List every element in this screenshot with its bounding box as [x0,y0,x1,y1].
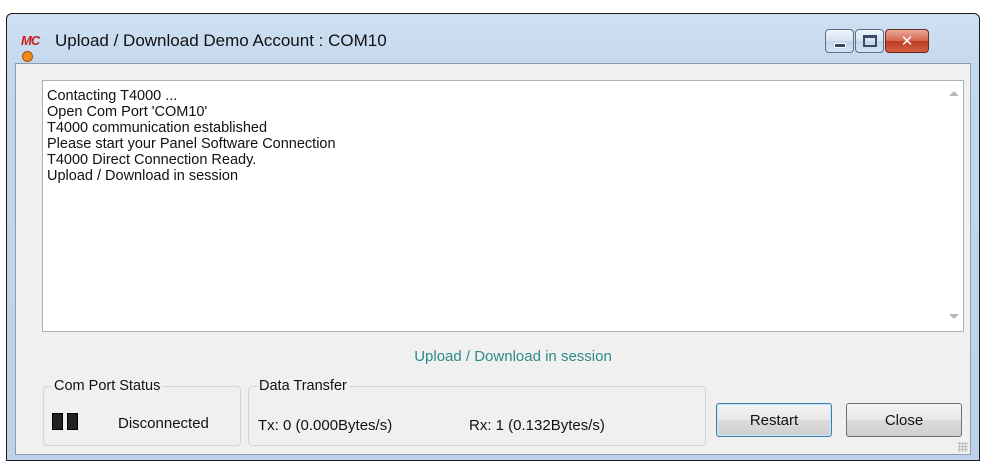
tx-value: Tx: 0 (0.000Bytes/s) [258,417,393,434]
title-bar[interactable]: MC Upload / Download Demo Account : COM1… [7,14,979,64]
log-line: T4000 Direct Connection Ready. [47,152,257,168]
log-line: Please start your Panel Software Connect… [47,136,336,152]
close-icon: ✕ [900,31,914,50]
close-button[interactable]: Close [846,403,962,437]
status-led-icon [52,413,63,430]
close-window-button[interactable]: ✕ [885,29,929,53]
minimize-icon [833,42,846,48]
log-textarea[interactable]: Contacting T4000 ... Open Com Port 'COM1… [42,80,964,332]
com-port-status-group: Com Port Status Disconnected [43,378,241,446]
dialog-body: Contacting T4000 ... Open Com Port 'COM1… [15,63,971,455]
log-line: Open Com Port 'COM10' [47,104,208,120]
upload-download-window: MC Upload / Download Demo Account : COM1… [6,13,980,461]
log-line: T4000 communication established [47,120,268,136]
window-title: Upload / Download Demo Account : COM10 [55,31,387,50]
scroll-up-arrow-icon[interactable] [949,91,959,96]
data-transfer-legend: Data Transfer [259,378,347,394]
maximize-icon [862,35,877,47]
log-line: Upload / Download in session [47,168,239,184]
app-logo-icon: MC [21,33,47,62]
restart-button[interactable]: Restart [716,403,832,437]
log-line: Contacting T4000 ... [47,88,178,104]
log-lines: Contacting T4000 ... Open Com Port 'COM1… [47,88,336,184]
status-led-icon [67,413,78,430]
com-port-status-legend: Com Port Status [54,378,161,394]
maximize-button[interactable] [855,29,884,53]
com-port-status-value: Disconnected [118,415,209,432]
log-scrollbar[interactable] [945,81,963,331]
scroll-down-arrow-icon[interactable] [949,314,959,319]
data-transfer-group: Data Transfer Tx: 0 (0.000Bytes/s) Rx: 1… [248,378,706,446]
rx-value: Rx: 1 (0.132Bytes/s) [469,417,605,434]
session-status-label: Upload / Download in session [414,348,612,365]
minimize-button[interactable] [825,29,854,53]
resize-grip-icon[interactable] [958,442,968,452]
